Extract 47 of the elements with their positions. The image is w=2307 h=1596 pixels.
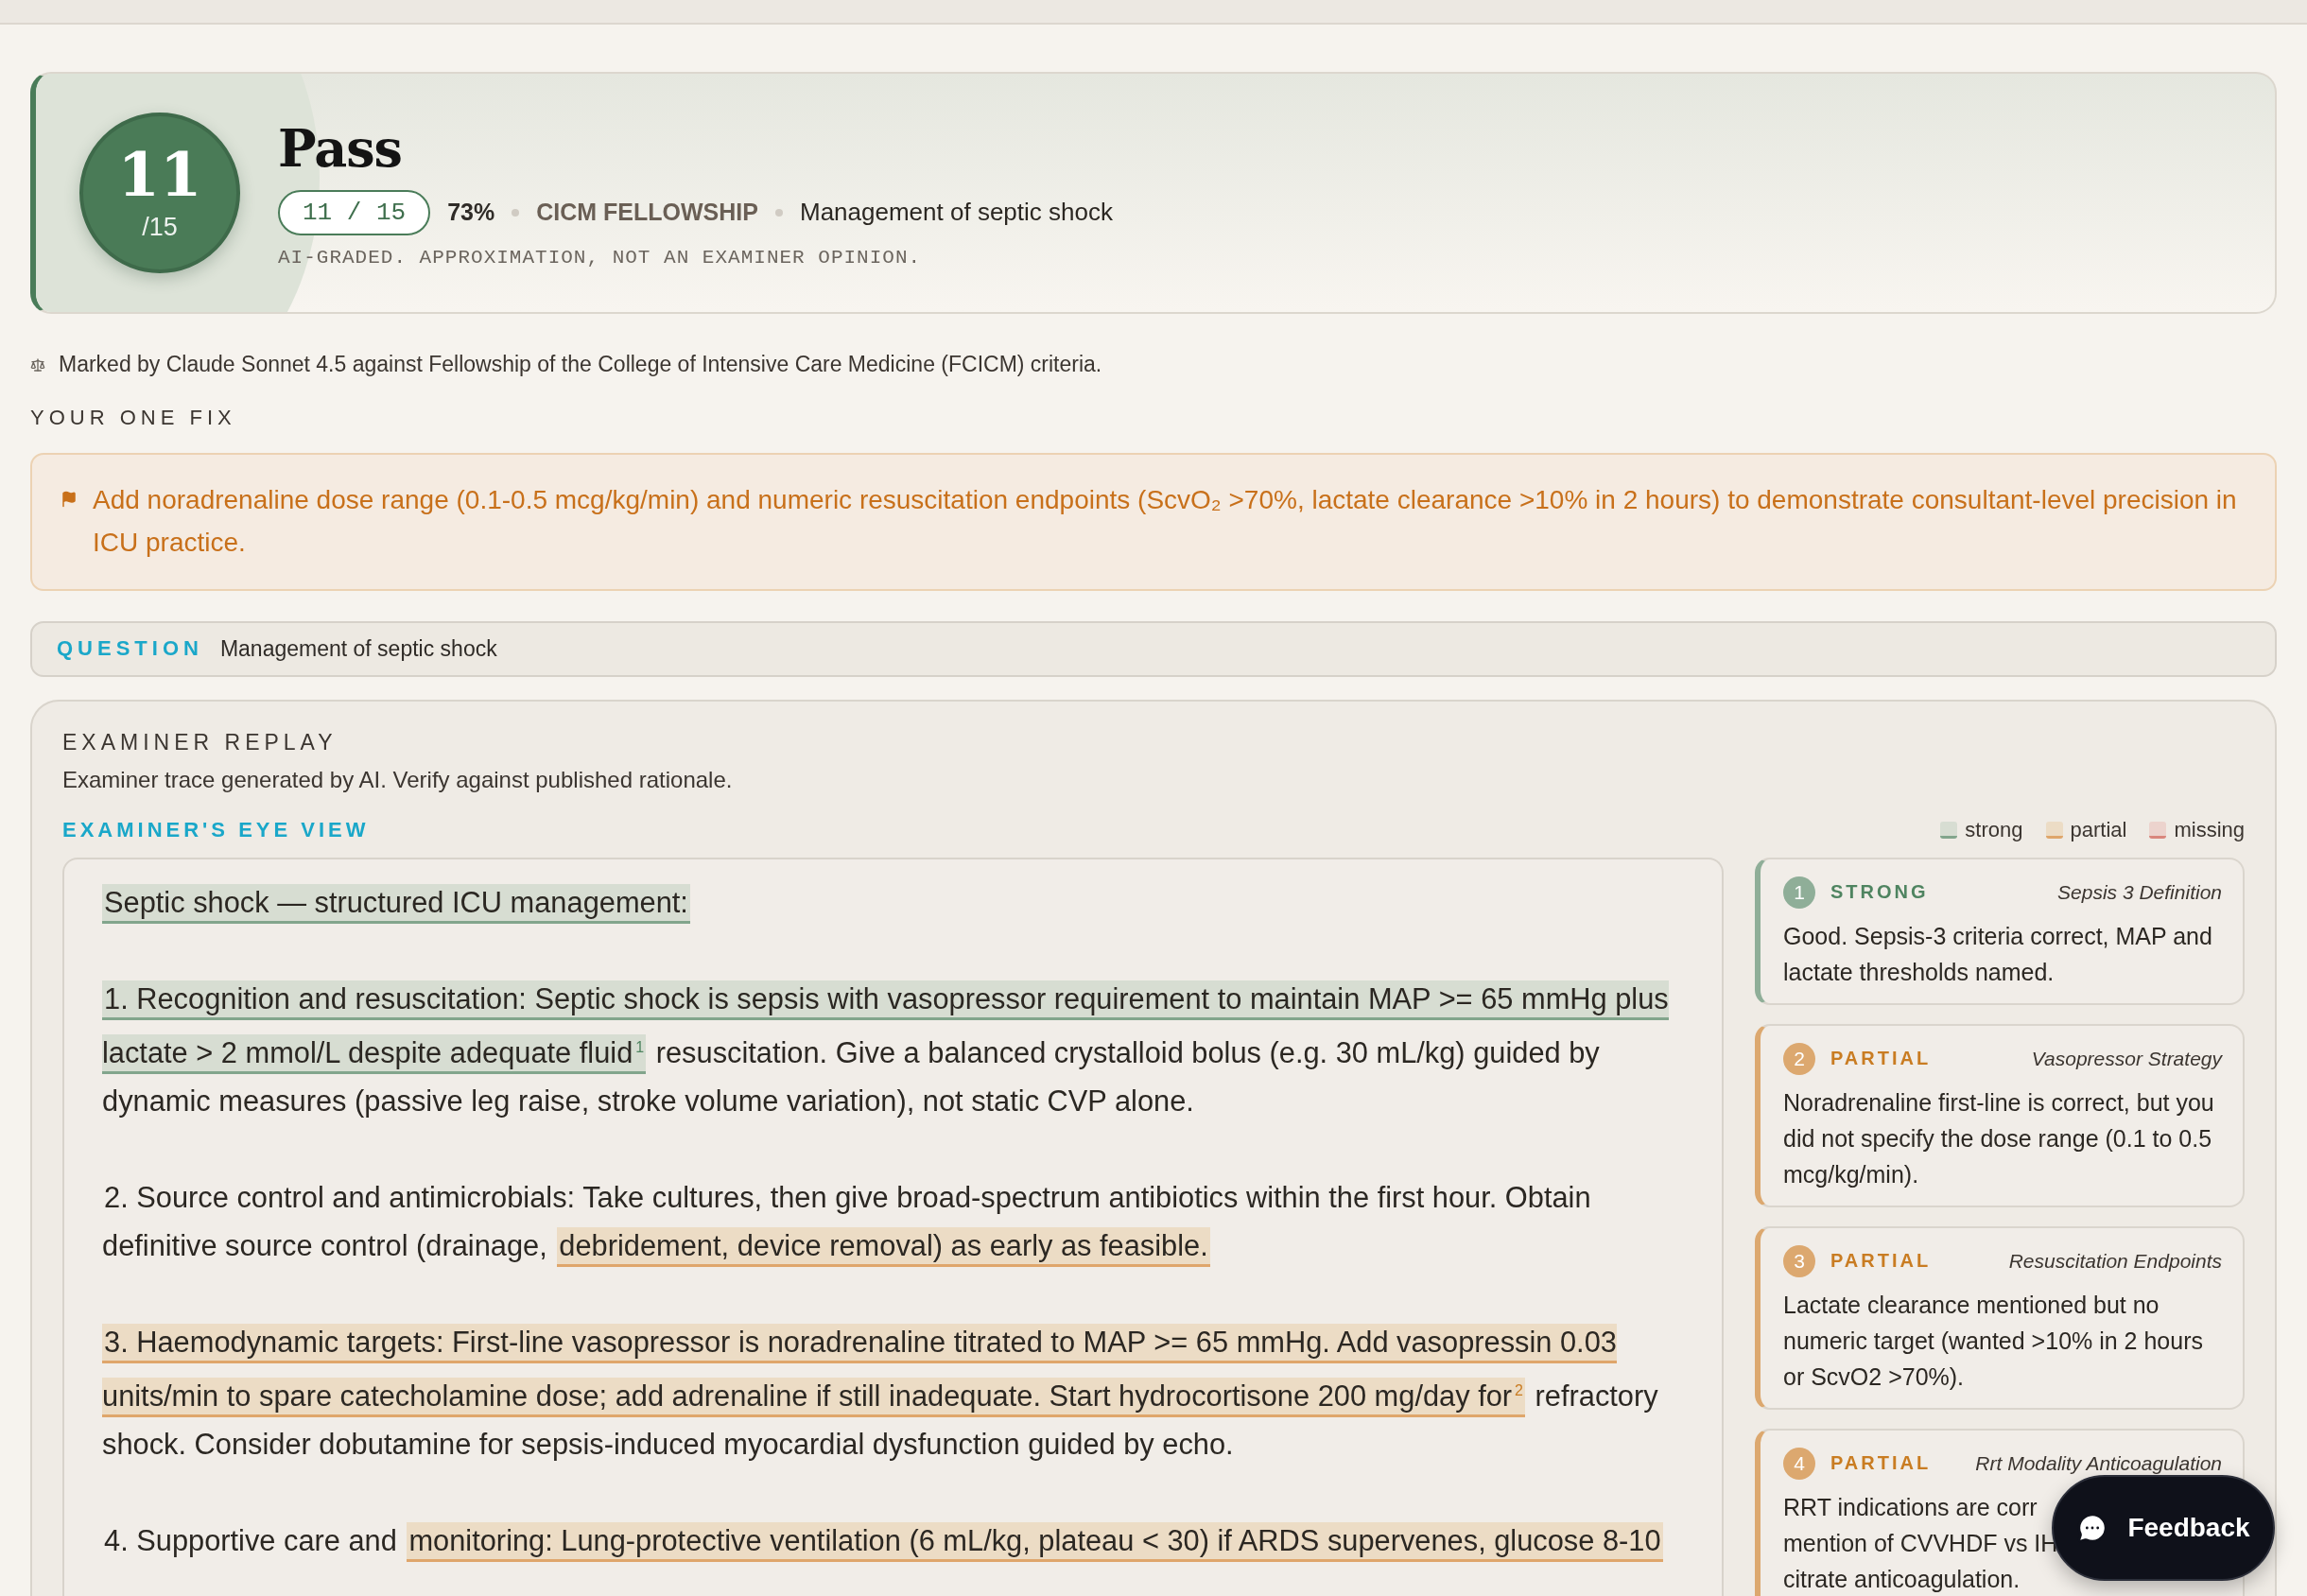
grade-label: PARTIAL (1830, 1452, 1932, 1475)
view-label: EXAMINER'S EYE VIEW (62, 817, 370, 842)
grade-label: PARTIAL (1830, 1048, 1932, 1070)
legend-swatch (1940, 821, 1958, 839)
card-text: RRT indications are corr (1783, 1492, 2038, 1522)
disclaimer-text: AI-GRADED. APPROXIMATION, NOT AN EXAMINER OPINION. (278, 246, 923, 269)
exam-name: CICM FELLOWSHIP (536, 199, 758, 226)
number-badge: 1 (1783, 876, 1815, 909)
card-text: Noradrenaline first-line is correct, but you did not specify the dose range (0.1 to 0.5 mcg/kg/min). (1783, 1087, 2215, 1189)
answer-paragraph: 3. Haemodynamic targets: First-line vasopressor is noradrenaline titrated to MAP >= 65 mmHg. Add vasopressin 0.03 units/min to spare catecholamine dose; add adrenaline if still inadequate. Start hydrocortisone 200 mg/day for$^{2}$ refractory shock. Consider dobutamine for sepsis-induced myocardial dysfunction guided by echo. (102, 1322, 1659, 1464)
number-badge: 3 (1783, 1244, 1815, 1277)
marked-by-text: Marked by Claude Sonnet 4.5 against Fellowship of the College of Intensive Care Medicine (FCICM) criteria. (59, 352, 1102, 377)
number-badge: 2 (1783, 1042, 1815, 1075)
answer-paragraph: 1. Recognition and resuscitation: Septic shock is sepsis with vasopressor requirement to maintain MAP >= 65 mmHg plus lactate > 2 mmol/L despite adequate fluid$^{1}$ resuscitation. Give a balanced crystalloid bolus (e.g. 30 mL/kg) guided by dynamic measures (passive leg raise, stroke volume variation), not static CVP alone. (102, 979, 1670, 1119)
grade-label: PARTIAL (1830, 1250, 1932, 1273)
score-pill: 11 / 15 (278, 189, 431, 235)
number-badge: 4 (1783, 1447, 1815, 1480)
grade-label: STRONG (1830, 881, 1929, 904)
card-text: Lactate clearance mentioned but no numeric target (wanted >10% in 2 hours or ScvO2 >70%). (1783, 1290, 2204, 1392)
replay-title: EXAMINER REPLAY (62, 729, 338, 755)
legend-label: strong (1965, 817, 2023, 842)
card-text: citrate anticoagulation. (1783, 1564, 2021, 1594)
card-topic: Sepsis 3 Definition (2057, 880, 2222, 904)
replay-subtitle: Examiner trace generated by AI. Verify against published rationale. (62, 766, 734, 793)
answer-paragraph: 2. Source control and antimicrobials: Take cultures, then give broad-spectrum antibiotics within the first hour. Obtain definitive source control (drainage, debridement, device removal) as early as feasible. (102, 1172, 1684, 1270)
score-total: /15 (142, 212, 178, 242)
score-percent: 73% (447, 199, 495, 226)
fix-text: Add noradrenaline dose range (0.1-0.5 mcg/kg/min) and numeric resuscitation endpoints (ScvO₂ >70%, lactate clearance >10% in 2 hours) to demonstrate consultant-level precision in ICU practice. (93, 484, 2238, 559)
flag-icon (61, 491, 78, 508)
legend-label: missing (2174, 817, 2245, 842)
section-heading: YOUR ONE FIX (30, 406, 237, 430)
legend-swatch (2149, 821, 2167, 839)
score-value: 11 (117, 144, 202, 205)
legend-label: partial (2070, 817, 2127, 842)
separator-dot (512, 208, 520, 217)
card-topic: Vasopressor Strategy (2031, 1047, 2222, 1070)
card-topic: Resuscitation Endpoints (2008, 1249, 2222, 1273)
topic-text: Management of septic shock (800, 198, 1113, 227)
question-label: QUESTION (57, 636, 203, 662)
separator-dot (775, 208, 783, 217)
card-text: Good. Sepsis-3 criteria correct, MAP and lactate thresholds named. (1783, 921, 2213, 987)
answer-paragraph: Septic shock — structured ICU management: (102, 877, 1684, 927)
scale-icon (30, 356, 45, 373)
question-text: Management of septic shock (219, 635, 497, 662)
legend-swatch (2045, 821, 2063, 839)
verdict-title: Pass (278, 117, 403, 179)
card-topic: Rrt Modality Anticoagulation (1975, 1451, 2222, 1475)
